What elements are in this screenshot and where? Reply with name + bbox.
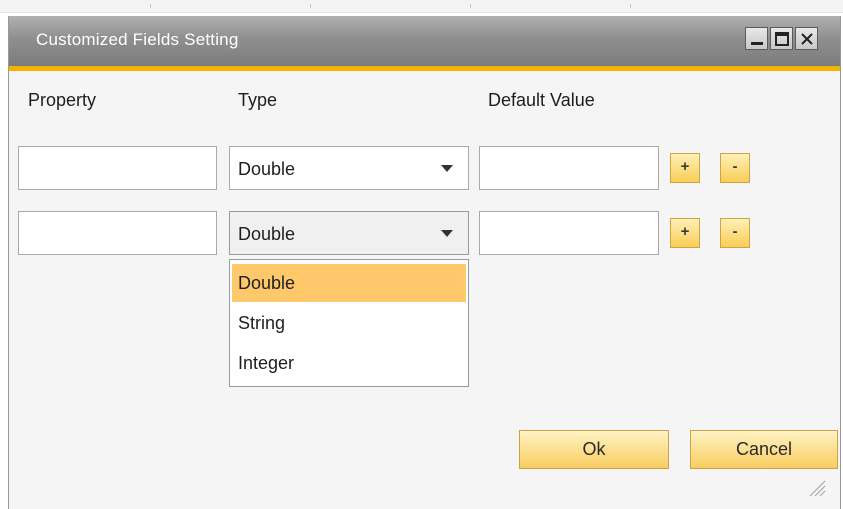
- remove-row-button[interactable]: -: [720, 218, 750, 248]
- property-input[interactable]: [18, 211, 217, 255]
- column-header-type: Type: [238, 90, 278, 110]
- divider: [630, 4, 631, 8]
- divider: [150, 4, 151, 8]
- column-header-property: Property: [28, 90, 97, 110]
- dropdown-option-double[interactable]: Double: [232, 264, 466, 302]
- type-select-value: Double: [238, 159, 296, 179]
- minimize-icon[interactable]: [745, 27, 768, 50]
- close-icon[interactable]: [795, 27, 818, 50]
- column-header-default-value: Default Value: [488, 90, 595, 110]
- title-bar[interactable]: Customized Fields Setting: [9, 16, 840, 71]
- type-dropdown-list: Double String Integer: [229, 259, 469, 387]
- chevron-down-icon[interactable]: [441, 230, 453, 237]
- chevron-down-icon[interactable]: [441, 165, 453, 172]
- resize-grip-icon[interactable]: [806, 477, 826, 497]
- maximize-icon[interactable]: [770, 27, 793, 50]
- dialog-window: Customized Fields Setting Property Type …: [8, 16, 841, 509]
- type-select[interactable]: Double: [229, 211, 469, 255]
- cancel-button[interactable]: Cancel: [690, 430, 838, 469]
- ok-button[interactable]: Ok: [519, 430, 669, 469]
- type-select[interactable]: Double: [229, 146, 469, 190]
- default-value-input[interactable]: [479, 211, 659, 255]
- window-title: Customized Fields Setting: [36, 30, 239, 49]
- property-input[interactable]: [18, 146, 217, 190]
- dropdown-option-integer[interactable]: Integer: [232, 344, 466, 382]
- background-strip: [0, 0, 843, 13]
- window-controls: [745, 27, 818, 50]
- add-row-button[interactable]: +: [670, 153, 700, 183]
- divider: [470, 4, 471, 8]
- remove-row-button[interactable]: -: [720, 153, 750, 183]
- divider: [310, 4, 311, 8]
- add-row-button[interactable]: +: [670, 218, 700, 248]
- default-value-input[interactable]: [479, 146, 659, 190]
- dropdown-option-string[interactable]: String: [232, 304, 466, 342]
- type-select-value: Double: [238, 224, 296, 244]
